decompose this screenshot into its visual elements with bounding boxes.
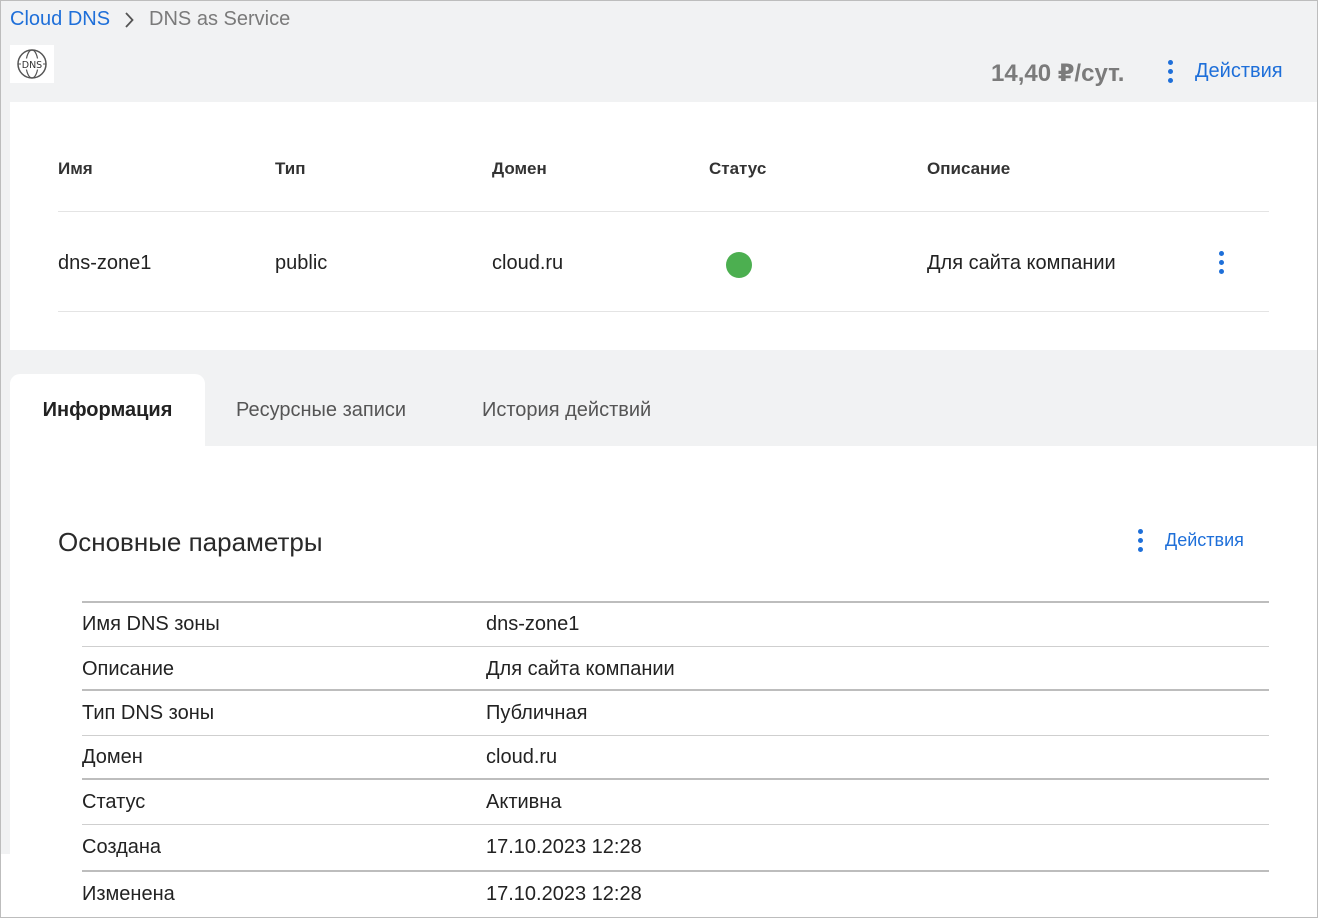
column-header-name: Имя	[58, 159, 93, 178]
price-per-day: 14,40 ₽/сут.	[991, 60, 1125, 87]
row-more-vertical-icon[interactable]	[1219, 251, 1224, 274]
app-frame: Cloud DNS DNS as Service DNS 14,40 ₽/сут…	[0, 0, 1318, 918]
table-row[interactable]: dns-zone1 public cloud.ru Для сайта комп…	[58, 251, 1269, 280]
zone-domain: cloud.ru	[492, 252, 564, 274]
tab-action-history-label: История действий	[482, 398, 652, 421]
section-actions-label: Действия	[1165, 530, 1244, 550]
zone-name: dns-zone1	[58, 252, 152, 274]
column-header-domain: Домен	[492, 159, 547, 178]
breadcrumb: Cloud DNS DNS as Service	[10, 8, 290, 31]
tabs: Информация Ресурсные записи История дейс…	[10, 374, 1317, 446]
param-key: Изменена	[82, 883, 175, 905]
param-key: Тип DNS зоны	[82, 702, 215, 724]
param-value: 17.10.2023 12:28	[486, 883, 642, 905]
param-value: 17.10.2023 12:28	[486, 836, 642, 858]
param-key: Домен	[82, 746, 143, 768]
param-value: Публичная	[486, 702, 588, 724]
zone-summary-card: Имя Тип Домен Статус Описание dns-zone1 …	[10, 102, 1317, 350]
column-header-status: Статус	[709, 159, 767, 178]
section-title: Основные параметры	[58, 527, 323, 557]
section-actions-button[interactable]: Действия	[1138, 529, 1244, 552]
breadcrumb-current: DNS as Service	[149, 8, 291, 30]
param-value: dns-zone1	[486, 613, 580, 635]
param-value: Для сайта компании	[486, 658, 675, 680]
param-row-created: Создана 17.10.2023 12:28	[82, 825, 1269, 869]
param-row-modified: Изменена 17.10.2023 12:28	[82, 872, 1269, 916]
zones-table-header: Имя Тип Домен Статус Описание	[58, 159, 1269, 181]
header-actions-button[interactable]: Действия	[1168, 60, 1283, 83]
param-row-description: Описание Для сайта компании	[82, 647, 1269, 691]
column-header-description: Описание	[927, 159, 1011, 178]
param-key: Статус	[82, 791, 146, 813]
status-indicator	[726, 252, 752, 278]
more-vertical-icon	[1138, 529, 1143, 552]
param-key: Описание	[82, 658, 175, 680]
page-header: Cloud DNS DNS as Service DNS 14,40 ₽/сут…	[1, 1, 1317, 101]
param-row-domain: Домен cloud.ru	[82, 735, 1269, 779]
param-key: Создана	[82, 836, 162, 858]
chevron-right-icon	[124, 11, 134, 28]
tab-resource-records-label: Ресурсные записи	[236, 398, 407, 421]
breadcrumb-cloud-dns-link[interactable]: Cloud DNS	[10, 8, 110, 31]
column-header-type: Тип	[275, 159, 306, 178]
tab-information[interactable]: Информация	[10, 374, 205, 446]
zone-description: Для сайта компании	[927, 252, 1116, 274]
tab-information-label: Информация	[42, 398, 173, 421]
dns-logo-text: DNS	[22, 60, 42, 71]
dns-logo: DNS	[10, 45, 54, 83]
header-actions-label: Действия	[1195, 60, 1283, 82]
divider	[58, 311, 1269, 312]
param-key: Имя DNS зоны	[82, 613, 220, 635]
divider	[58, 211, 1269, 212]
more-vertical-icon	[1168, 60, 1173, 83]
zone-type: public	[275, 252, 328, 274]
tab-resource-records[interactable]: Ресурсные записи	[236, 374, 406, 446]
param-row-status: Статус Активна	[82, 780, 1269, 824]
param-value: cloud.ru	[486, 746, 558, 768]
tab-action-history[interactable]: История действий	[482, 374, 651, 446]
param-row-zone-type: Тип DNS зоны Публичная	[82, 691, 1269, 735]
param-row-zone-name: Имя DNS зоны dns-zone1	[82, 602, 1269, 646]
param-value: Активна	[486, 791, 562, 813]
